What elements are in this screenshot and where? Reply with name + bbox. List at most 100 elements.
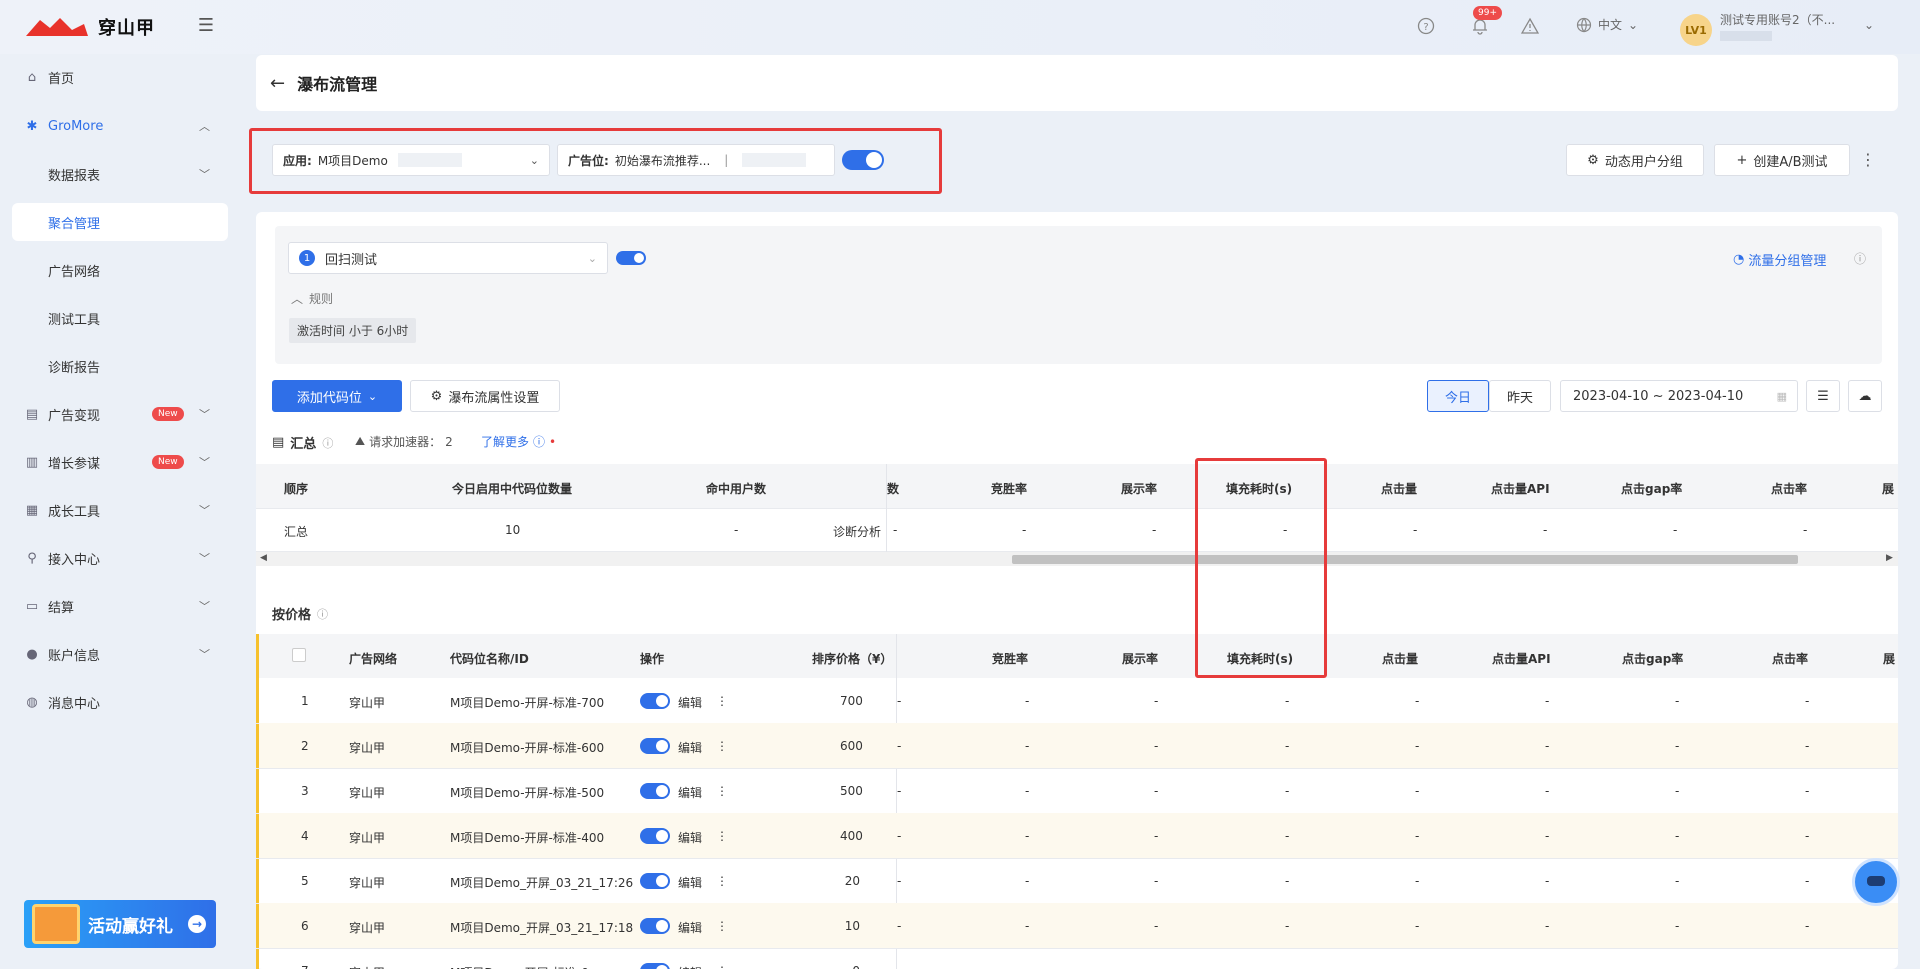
- table-icon: ▤: [272, 435, 285, 450]
- help-icon[interactable]: ⓘ: [322, 435, 333, 451]
- promo-banner[interactable]: 活动赢好礼 →: [24, 900, 216, 948]
- sidebar-item-test-tools[interactable]: 测试工具: [12, 299, 228, 337]
- account-name: 测试专用账号2（不...: [1720, 13, 1836, 27]
- help-icon[interactable]: ⓘ: [317, 606, 328, 622]
- sidebar-item-data-report[interactable]: 数据报表 ﹀: [12, 155, 228, 193]
- today-button[interactable]: 今日: [1427, 380, 1489, 412]
- code-slot-toggle[interactable]: [640, 963, 670, 969]
- scroll-left-icon[interactable]: ◀: [260, 553, 267, 563]
- more-vertical-icon[interactable]: ⋮: [716, 829, 728, 843]
- column-header-win-rate: 竞胜率: [992, 652, 1029, 666]
- gromore-icon: ✱: [26, 118, 38, 134]
- chevron-down-icon[interactable]: ⌄: [1864, 18, 1874, 32]
- metric-cell: -: [1545, 874, 1550, 888]
- ad-slot-select[interactable]: 广告位: 初始瀑布流推荐... |: [557, 144, 835, 176]
- sidebar-item-growth-advisor[interactable]: ▥ 增长参谋 New ﹀: [12, 443, 228, 481]
- metric-cell: -: [1415, 829, 1420, 843]
- ad-slot-select-label: 广告位:: [568, 153, 609, 168]
- language-switcher[interactable]: 中文 ⌄: [1576, 16, 1638, 33]
- warning-icon[interactable]: [1518, 14, 1542, 38]
- edit-link[interactable]: 编辑: [678, 964, 702, 969]
- download-cloud-icon[interactable]: ☁: [1848, 380, 1882, 412]
- create-ab-test-button[interactable]: + 创建A/B测试: [1714, 144, 1850, 176]
- metric-cell: -: [1805, 829, 1810, 843]
- flow-group-manage-link[interactable]: ◔ 流量分组管理: [1733, 250, 1826, 269]
- sidebar-item-monetize[interactable]: ▤ 广告变现 New ﹀: [12, 395, 228, 433]
- more-vertical-icon[interactable]: ⋮: [716, 874, 728, 888]
- more-vertical-icon[interactable]: ⋮: [716, 694, 728, 708]
- column-settings-icon[interactable]: ☰: [1806, 380, 1840, 412]
- sidebar-item-growth-tools[interactable]: ▦ 成长工具 ﹀: [12, 491, 228, 529]
- more-vertical-icon[interactable]: ⋮: [716, 964, 728, 969]
- add-code-slot-button[interactable]: 添加代码位 ⌄: [272, 380, 402, 412]
- edit-link[interactable]: 编辑: [678, 829, 702, 846]
- code-slot-toggle[interactable]: [640, 873, 670, 889]
- traffic-group-select[interactable]: 1 回扫测试 ⌄: [288, 242, 608, 274]
- waterfall-settings-button[interactable]: ⚙ 瀑布流属性设置: [410, 380, 560, 412]
- ad-slot-select-value: 初始瀑布流推荐...: [614, 153, 711, 168]
- more-vertical-icon[interactable]: ⋮: [1860, 150, 1876, 170]
- more-vertical-icon[interactable]: ⋮: [716, 739, 728, 753]
- metric-cell: -: [1805, 919, 1810, 933]
- metric-cell: -: [1154, 739, 1159, 753]
- accelerator-label: 请求加速器：: [369, 435, 442, 449]
- metric-cell: -: [897, 964, 901, 969]
- sidebar-item-mediation[interactable]: 聚合管理: [12, 203, 228, 241]
- metric-cell: -: [1025, 694, 1030, 708]
- edit-link[interactable]: 编辑: [678, 784, 702, 801]
- code-slot-toggle[interactable]: [640, 918, 670, 934]
- help-icon[interactable]: ?: [1414, 14, 1438, 38]
- help-icon[interactable]: ⓘ: [1854, 250, 1866, 267]
- edit-link[interactable]: 编辑: [678, 739, 702, 756]
- assistant-robot-icon[interactable]: [1852, 858, 1900, 906]
- summary-row-order: 汇总: [284, 525, 309, 539]
- sidebar-item-message-center[interactable]: ◍ 消息中心: [12, 683, 228, 721]
- sidebar-item-account-info[interactable]: ● 账户信息 ﹀: [12, 635, 228, 673]
- avatar[interactable]: LV1: [1680, 14, 1712, 46]
- summary-title-label: 汇总: [290, 437, 317, 452]
- sort-price: 10: [844, 919, 860, 933]
- logo[interactable]: 穿山甲: [24, 12, 155, 42]
- metric-cell: -: [1545, 919, 1550, 933]
- edit-link[interactable]: 编辑: [678, 919, 702, 936]
- rule-toggle[interactable]: ︿ 规则: [291, 290, 333, 307]
- account-menu[interactable]: 测试专用账号2（不...: [1720, 12, 1835, 41]
- add-code-slot-label: 添加代码位: [296, 390, 362, 406]
- scrollbar-thumb[interactable]: [1012, 555, 1798, 564]
- sidebar-item-diagnosis[interactable]: 诊断报告: [12, 347, 228, 385]
- sidebar-item-home[interactable]: ⌂ 首页: [12, 58, 228, 96]
- metric-cell: -: [1415, 919, 1420, 933]
- scroll-right-icon[interactable]: ▶: [1886, 553, 1893, 563]
- sidebar-item-settlement[interactable]: ▭ 结算 ﹀: [12, 587, 228, 625]
- date-range-picker[interactable]: 2023-04-10 ~ 2023-04-10 ▦: [1560, 380, 1798, 412]
- code-slot-toggle[interactable]: [640, 783, 670, 799]
- sidebar-item-access-center[interactable]: ⚲ 接入中心 ﹀: [12, 539, 228, 577]
- app-select[interactable]: 应用: M项目Demo ⌄: [272, 144, 550, 176]
- more-vertical-icon[interactable]: ⋮: [716, 919, 728, 933]
- arrow-right-icon: →: [188, 915, 206, 933]
- divider: [256, 948, 1898, 949]
- chevron-down-icon: ﹀: [199, 648, 210, 661]
- column-header-truncated: 展: [1882, 482, 1895, 496]
- diagnose-link[interactable]: 诊断分析: [833, 523, 881, 540]
- learn-more-link[interactable]: 了解更多 ⓘ •: [481, 433, 556, 450]
- menu-fold-icon[interactable]: ☰: [196, 16, 216, 36]
- select-all-checkbox[interactable]: [292, 648, 306, 662]
- code-slot-toggle[interactable]: [640, 828, 670, 844]
- traffic-group-toggle[interactable]: [616, 251, 646, 265]
- ad-slot-toggle[interactable]: [842, 150, 884, 170]
- sidebar-item-ad-network[interactable]: 广告网络: [12, 251, 228, 289]
- edit-link[interactable]: 编辑: [678, 874, 702, 891]
- yesterday-button[interactable]: 昨天: [1489, 380, 1551, 412]
- code-slot-toggle[interactable]: [640, 693, 670, 709]
- code-slot-toggle[interactable]: [640, 738, 670, 754]
- sort-price: 700: [840, 694, 863, 708]
- sidebar-item-gromore[interactable]: ✱ GroMore ︿: [12, 107, 228, 145]
- more-vertical-icon[interactable]: ⋮: [716, 784, 728, 798]
- back-arrow-icon[interactable]: ←: [270, 73, 285, 94]
- chevron-down-icon: ﹀: [199, 456, 210, 469]
- learn-more-label: 了解更多: [481, 435, 530, 449]
- edit-link[interactable]: 编辑: [678, 694, 702, 711]
- dynamic-user-group-button[interactable]: ⚙ 动态用户分组: [1566, 144, 1704, 176]
- sidebar-item-label: GroMore: [48, 118, 104, 134]
